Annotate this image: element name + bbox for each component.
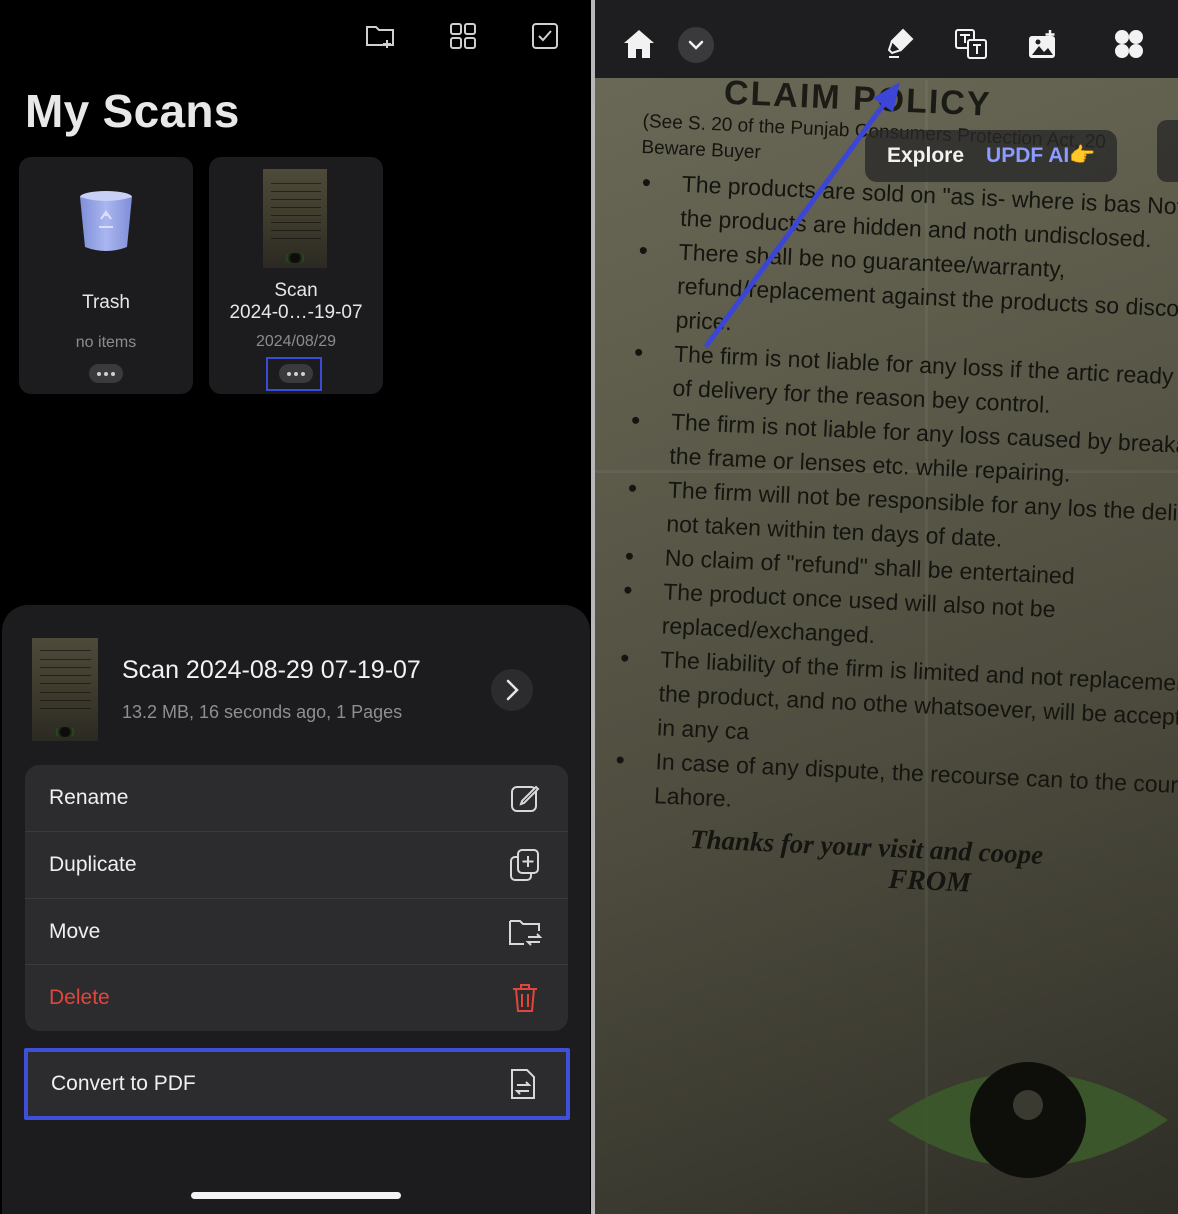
sheet-title: Scan 2024-08-29 07-19-07 [122,656,421,684]
translate-icon[interactable] [951,24,991,64]
scanned-document: CLAIM POLICY (See S. 20 of the Punjab Co… [608,70,1178,911]
delete-label: Delete [49,985,110,1009]
duplicate-label: Duplicate [49,852,137,876]
highlighter-icon[interactable] [881,24,921,64]
rename-icon [508,781,542,815]
delete-trash-icon [508,981,542,1015]
more-button-highlight [266,357,322,391]
trash-count: no items [75,334,137,351]
rename-action[interactable]: Rename [25,765,568,831]
my-scans-panel: My Scans Trash no items Scan 2024-0…-19-… [0,0,591,1214]
header-toolbar [365,20,561,52]
doc-bullets: The products are sold on "as is- where i… [611,165,1178,838]
move-action[interactable]: Move [25,898,568,964]
explore-label: Explore [887,144,965,167]
eye-logo-image [888,1062,1168,1178]
home-indicator [191,1192,401,1199]
scan-name-line1: Scan [274,280,318,301]
duplicate-icon [508,848,542,882]
move-label: Move [49,919,101,943]
chevron-down-icon [688,40,704,50]
convert-pdf-icon [506,1067,540,1101]
rename-label: Rename [49,786,129,809]
convert-label: Convert to PDF [51,1072,196,1095]
open-scan-button[interactable] [491,669,533,711]
document-menu-dropdown[interactable] [678,27,714,63]
grid-view-icon[interactable] [447,20,479,52]
home-icon[interactable] [619,24,659,64]
action-menu: Rename Duplicate Move Delete [25,765,568,1031]
page-title: My Scans [25,85,240,137]
scan-thumbnail [263,169,327,268]
scan-name-line2: 2024-0…-19-07 [229,302,363,323]
updf-ai-label: UPDF AI👉 [986,144,1096,167]
scan-viewer-panel: CLAIM POLICY (See S. 20 of the Punjab Co… [595,0,1178,1214]
trash-label: Trash [82,292,130,313]
move-folder-icon [508,915,542,949]
new-folder-icon[interactable] [365,20,397,52]
sheet-meta: 13.2 MB, 16 seconds ago, 1 Pages [122,702,403,722]
delete-action[interactable]: Delete [25,964,568,1030]
explore-updf-ai-banner[interactable]: Explore UPDF AI👉 [865,130,1118,182]
side-panel-tab[interactable] [1157,120,1178,182]
select-checkbox-icon[interactable] [529,20,561,52]
viewer-toolbar [595,0,1178,78]
trash-icon [77,189,135,253]
trash-more-button[interactable] [89,364,123,383]
action-sheet: Scan 2024-08-29 07-19-07 13.2 MB, 16 sec… [2,605,590,1214]
convert-to-pdf-action[interactable]: Convert to PDF [24,1048,570,1120]
duplicate-action[interactable]: Duplicate [25,831,568,897]
scan-date: 2024/08/29 [255,333,337,350]
apps-icon[interactable] [1109,24,1149,64]
chevron-right-icon [506,679,519,701]
image-edit-icon[interactable] [1023,24,1063,64]
sheet-scan-thumbnail [32,638,98,741]
trash-folder-card[interactable]: Trash no items [19,157,193,394]
